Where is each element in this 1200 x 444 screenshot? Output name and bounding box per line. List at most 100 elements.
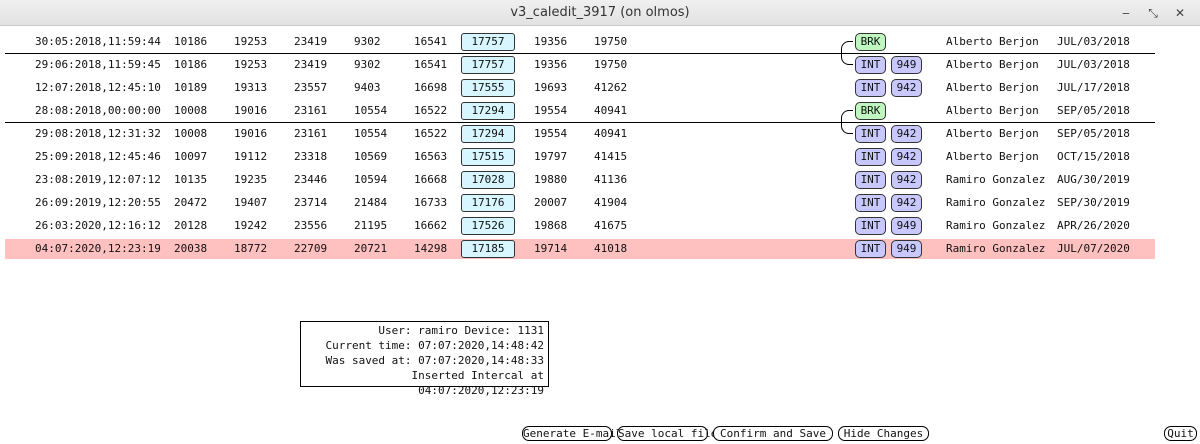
row-user: Ramiro Gonzalez bbox=[946, 173, 1046, 186]
boxed-value[interactable]: 17757 bbox=[461, 56, 515, 74]
boxed-value[interactable]: 17526 bbox=[461, 217, 515, 235]
device-badge[interactable]: 942 bbox=[891, 148, 922, 166]
hide-changes-button[interactable]: Hide Changes bbox=[838, 426, 929, 441]
value-2: 18772 bbox=[234, 242, 268, 255]
break-badge[interactable]: BRK bbox=[855, 33, 886, 51]
boxed-value[interactable]: 17294 bbox=[461, 125, 515, 143]
row-timestamp: 23:08:2019,12:07:12 bbox=[35, 173, 161, 186]
device-badge[interactable]: 949 bbox=[891, 217, 922, 235]
save-local-file-button[interactable]: Save local file bbox=[617, 426, 717, 441]
value-4: 21195 bbox=[354, 219, 388, 232]
title-bar: v3_caledit_3917 (on olmos) ‒ ⤡ ✕ bbox=[0, 0, 1200, 26]
table-row[interactable]: 26:03:2020,12:16:12 20128 19242 23556 21195 1… bbox=[5, 216, 1155, 236]
value-4: 10554 bbox=[354, 104, 388, 117]
value-5: 14298 bbox=[414, 242, 448, 255]
value-7: 19868 bbox=[534, 219, 568, 232]
value-1: 10189 bbox=[174, 81, 208, 94]
value-4: 9403 bbox=[354, 81, 381, 94]
value-1: 20128 bbox=[174, 219, 208, 232]
value-1: 20038 bbox=[174, 242, 208, 255]
value-4: 9302 bbox=[354, 35, 381, 48]
info-current-time: Current time: 07:07:2020,14:48:42 bbox=[325, 339, 544, 352]
table-row[interactable]: 04:07:2020,12:23:19 20038 18772 22709 20721 1… bbox=[5, 239, 1155, 259]
row-cal-date: JUL/03/2018 bbox=[1057, 35, 1130, 48]
value-2: 19235 bbox=[234, 173, 268, 186]
value-7: 19693 bbox=[534, 81, 568, 94]
value-3: 23419 bbox=[294, 35, 328, 48]
value-4: 10569 bbox=[354, 150, 388, 163]
row-timestamp: 26:09:2019,12:20:55 bbox=[35, 196, 161, 209]
row-user: Ramiro Gonzalez bbox=[946, 196, 1046, 209]
row-timestamp: 30:05:2018,11:59:44 bbox=[35, 35, 161, 48]
value-4: 21484 bbox=[354, 196, 388, 209]
row-timestamp: 29:08:2018,12:31:32 bbox=[35, 127, 161, 140]
value-8: 41415 bbox=[594, 150, 628, 163]
boxed-value[interactable]: 17757 bbox=[461, 33, 515, 51]
link-connector bbox=[841, 41, 853, 65]
window-title: v3_caledit_3917 (on olmos) bbox=[510, 5, 690, 20]
value-8: 19750 bbox=[594, 35, 628, 48]
value-2: 19112 bbox=[234, 150, 268, 163]
value-2: 19016 bbox=[234, 104, 268, 117]
intercal-badge[interactable]: INT bbox=[855, 56, 886, 74]
value-5: 16541 bbox=[414, 35, 448, 48]
intercal-badge[interactable]: INT bbox=[855, 79, 886, 97]
boxed-value[interactable]: 17555 bbox=[461, 79, 515, 97]
table-row[interactable]: 23:08:2019,12:07:12 10135 19235 23446 10594 1… bbox=[5, 170, 1155, 190]
value-1: 10008 bbox=[174, 127, 208, 140]
value-8: 41675 bbox=[594, 219, 628, 232]
value-3: 23446 bbox=[294, 173, 328, 186]
value-1: 10186 bbox=[174, 58, 208, 71]
break-badge[interactable]: BRK bbox=[855, 102, 886, 120]
intercal-badge[interactable]: INT bbox=[855, 194, 886, 212]
device-badge[interactable]: 942 bbox=[891, 125, 922, 143]
row-timestamp: 29:06:2018,11:59:45 bbox=[35, 58, 161, 71]
value-5: 16522 bbox=[414, 104, 448, 117]
value-5: 16522 bbox=[414, 127, 448, 140]
table-row[interactable]: 29:06:2018,11:59:45 10186 19253 23419 9302 16… bbox=[5, 55, 1155, 75]
value-1: 10008 bbox=[174, 104, 208, 117]
table-row[interactable]: 30:05:2018,11:59:44 10186 19253 23419 9302 16… bbox=[5, 32, 1155, 52]
value-7: 19356 bbox=[534, 35, 568, 48]
table-row[interactable]: 25:09:2018,12:45:46 10097 19112 23318 10569 1… bbox=[5, 147, 1155, 167]
boxed-value[interactable]: 17515 bbox=[461, 148, 515, 166]
table-row[interactable]: 26:09:2019,12:20:55 20472 19407 23714 21484 1… bbox=[5, 193, 1155, 213]
row-timestamp: 28:08:2018,00:00:00 bbox=[35, 104, 161, 117]
minimize-icon[interactable]: ‒ bbox=[1116, 3, 1136, 23]
value-8: 41904 bbox=[594, 196, 628, 209]
device-badge[interactable]: 949 bbox=[891, 240, 922, 258]
quit-button[interactable]: Quit bbox=[1164, 426, 1197, 441]
value-1: 10186 bbox=[174, 35, 208, 48]
intercal-badge[interactable]: INT bbox=[855, 217, 886, 235]
intercal-badge[interactable]: INT bbox=[855, 125, 886, 143]
restore-icon[interactable]: ⤡ bbox=[1143, 3, 1163, 23]
value-7: 19554 bbox=[534, 127, 568, 140]
device-badge[interactable]: 949 bbox=[891, 56, 922, 74]
device-badge[interactable]: 942 bbox=[891, 171, 922, 189]
close-icon[interactable]: ✕ bbox=[1170, 3, 1190, 23]
device-badge[interactable]: 942 bbox=[891, 194, 922, 212]
value-4: 10554 bbox=[354, 127, 388, 140]
table-row[interactable]: 28:08:2018,00:00:00 10008 19016 23161 10554 1… bbox=[5, 101, 1155, 121]
value-8: 40941 bbox=[594, 127, 628, 140]
generate-email-button[interactable]: Generate E-mail bbox=[522, 426, 622, 441]
table-row[interactable]: 29:08:2018,12:31:32 10008 19016 23161 10554 1… bbox=[5, 124, 1155, 144]
boxed-value[interactable]: 17028 bbox=[461, 171, 515, 189]
intercal-badge[interactable]: INT bbox=[855, 148, 886, 166]
boxed-value[interactable]: 17185 bbox=[461, 240, 515, 258]
row-user: Ramiro Gonzalez bbox=[946, 242, 1046, 255]
confirm-and-save-button[interactable]: Confirm and Save bbox=[713, 426, 833, 441]
value-3: 23318 bbox=[294, 150, 328, 163]
value-2: 19016 bbox=[234, 127, 268, 140]
value-3: 23161 bbox=[294, 127, 328, 140]
intercal-badge[interactable]: INT bbox=[855, 171, 886, 189]
value-2: 19253 bbox=[234, 58, 268, 71]
boxed-value[interactable]: 17294 bbox=[461, 102, 515, 120]
intercal-badge[interactable]: INT bbox=[855, 240, 886, 258]
boxed-value[interactable]: 17176 bbox=[461, 194, 515, 212]
value-2: 19242 bbox=[234, 219, 268, 232]
table-row[interactable]: 12:07:2018,12:45:10 10189 19313 23557 9403 16… bbox=[5, 78, 1155, 98]
value-4: 9302 bbox=[354, 58, 381, 71]
device-badge[interactable]: 942 bbox=[891, 79, 922, 97]
row-separator bbox=[5, 53, 1155, 54]
